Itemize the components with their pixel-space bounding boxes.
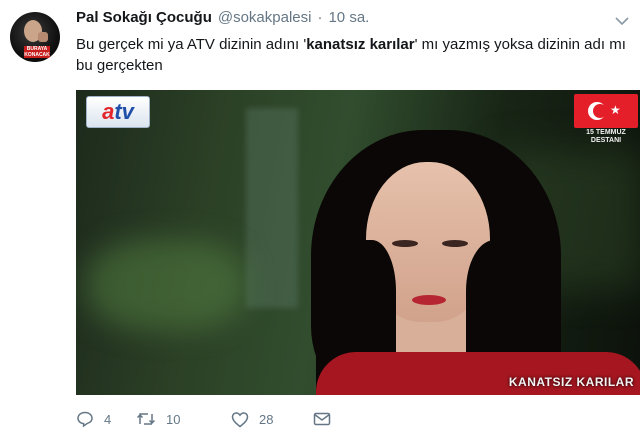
atv-logo-tv: tv xyxy=(114,99,134,124)
atv-logo: atv xyxy=(86,96,150,128)
woman-lips xyxy=(412,295,446,305)
flag-star-icon: ★ xyxy=(610,103,621,117)
flag-caption-line2: DESTANI xyxy=(590,137,622,144)
display-name[interactable]: Pal Sokağı Çocuğu xyxy=(76,9,212,26)
avatar-hand xyxy=(38,32,48,42)
tweet-media-image[interactable]: atv ★ 15 TEMMUZ DESTANI KANATSIZ KARILAR xyxy=(76,90,640,395)
avatar-sticker: BURAYA KONACAK xyxy=(24,46,50,58)
retweet-count: 10 xyxy=(166,411,181,427)
flag-caption-line1: 15 TEMMUZ xyxy=(586,129,626,136)
tweet-header: Pal Sokağı Çocuğu @sokakpalesi · 10 sa. xyxy=(76,9,369,31)
reply-icon xyxy=(76,410,94,428)
flag-crescent-inner xyxy=(593,104,607,118)
like-icon xyxy=(231,411,249,428)
separator-dot: · xyxy=(317,9,323,26)
woman-eye-left xyxy=(392,240,418,247)
avatar-sticker-text: BURAYA KONACAK xyxy=(24,46,50,58)
retweet-button[interactable]: 10 xyxy=(136,411,231,427)
tweet-text-bold: kanatsız karılar xyxy=(306,36,415,53)
background-foliage xyxy=(86,240,246,330)
retweet-icon xyxy=(136,411,156,427)
tweet-text-part1: Bu gerçek mi ya ATV dizinin adını ' xyxy=(76,36,307,53)
reply-button[interactable]: 4 xyxy=(76,410,136,428)
direct-message-button[interactable] xyxy=(313,412,331,426)
woman-eye-right xyxy=(442,240,468,247)
background-window xyxy=(246,108,298,308)
timestamp-link[interactable]: 10 sa. xyxy=(328,9,369,26)
like-button[interactable]: 28 xyxy=(231,411,313,428)
tweet-actions: 4 10 28 xyxy=(76,408,331,430)
tweet-text: Bu gerçek mi ya ATV dizinin adını 'kanat… xyxy=(76,34,632,76)
like-count: 28 xyxy=(259,411,274,427)
flag-caption: 15 TEMMUZ DESTANI xyxy=(574,129,638,145)
turkish-flag-icon: ★ xyxy=(574,94,638,128)
caret-down-icon[interactable] xyxy=(614,14,630,26)
avatar[interactable]: BURAYA KONACAK xyxy=(10,12,60,62)
show-title-overlay: KANATSIZ KARILAR xyxy=(508,375,634,389)
reply-count: 4 xyxy=(104,411,112,427)
username-handle[interactable]: @sokakpalesi xyxy=(218,9,312,26)
atv-logo-a: a xyxy=(102,99,115,124)
message-icon xyxy=(313,412,331,426)
